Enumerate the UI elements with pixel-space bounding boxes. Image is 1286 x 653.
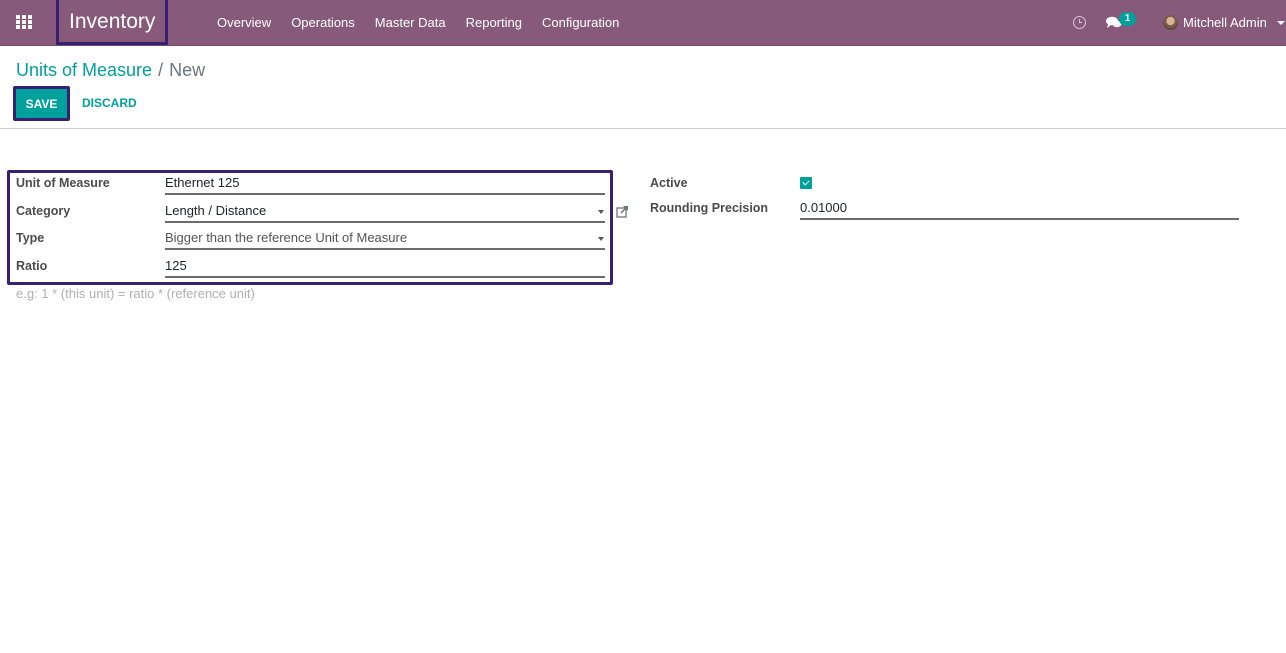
breadcrumb-separator: / (158, 60, 164, 80)
menu-operations[interactable]: Operations (281, 0, 365, 46)
save-button-highlight: SAVE (13, 86, 70, 121)
external-link-icon[interactable] (616, 205, 629, 218)
type-label: Type (16, 231, 45, 245)
ratio-input[interactable]: 125 (165, 254, 605, 278)
category-value: Length / Distance (165, 203, 267, 218)
top-navbar: Inventory Overview Operations Master Dat… (0, 0, 1286, 46)
active-checkbox[interactable] (800, 177, 812, 189)
discard-button[interactable]: DISCARD (82, 96, 137, 110)
apps-grid-icon[interactable] (16, 15, 34, 31)
menu-reporting[interactable]: Reporting (456, 0, 532, 46)
type-value: Bigger than the reference Unit of Measur… (165, 230, 408, 245)
user-menu[interactable]: Mitchell Admin (1183, 0, 1267, 46)
ratio-hint: e.g: 1 * (this unit) = ratio * (referenc… (16, 286, 255, 301)
breadcrumb: Units of Measure / New (16, 59, 205, 81)
menu-master-data[interactable]: Master Data (365, 0, 456, 46)
ratio-label: Ratio (16, 259, 48, 273)
unit-of-measure-label: Unit of Measure (16, 176, 110, 190)
chevron-down-icon[interactable] (1277, 21, 1285, 25)
category-select[interactable]: Length / Distance (165, 199, 605, 223)
menu-overview[interactable]: Overview (207, 0, 281, 46)
main-menu: Overview Operations Master Data Reportin… (207, 0, 629, 46)
menu-configuration[interactable]: Configuration (532, 0, 629, 46)
save-button[interactable]: SAVE (16, 89, 67, 118)
caret-down-icon[interactable] (598, 210, 604, 214)
active-label: Active (650, 176, 688, 190)
app-title[interactable]: Inventory (56, 0, 169, 45)
category-label: Category (16, 204, 71, 218)
unit-of-measure-input[interactable]: Ethernet 125 (165, 171, 605, 195)
rounding-precision-input[interactable]: 0.01000 (800, 196, 1239, 220)
divider (0, 128, 1286, 129)
messages-count-badge: 1 (1119, 12, 1136, 26)
avatar[interactable] (1163, 15, 1178, 30)
caret-down-icon[interactable] (598, 237, 604, 241)
clock-icon[interactable] (1073, 16, 1086, 29)
breadcrumb-current: New (169, 60, 206, 80)
type-select[interactable]: Bigger than the reference Unit of Measur… (165, 226, 605, 250)
rounding-precision-label: Rounding Precision (650, 201, 769, 215)
breadcrumb-units-of-measure[interactable]: Units of Measure (16, 60, 152, 80)
